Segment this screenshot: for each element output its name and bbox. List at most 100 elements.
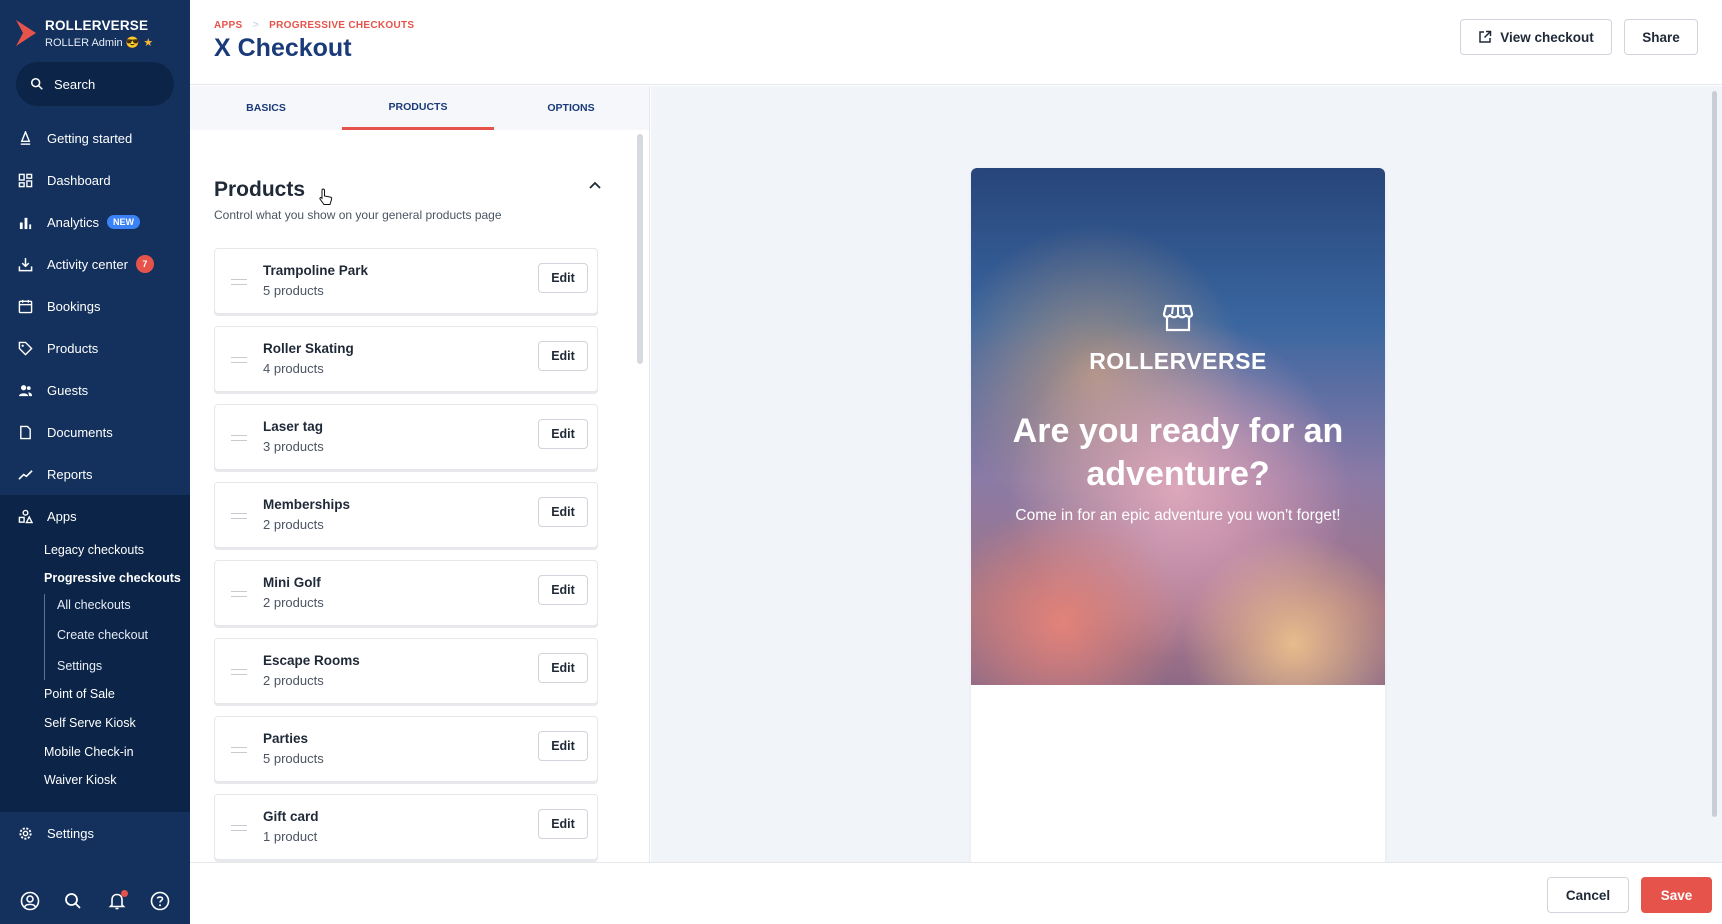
category-name: Trampoline Park <box>263 263 369 278</box>
category-product-count: 2 products <box>263 517 324 532</box>
edit-button[interactable]: Edit <box>538 341 588 371</box>
action-footer: Cancel Save <box>190 862 1722 924</box>
venue-name: ROLLERVERSE <box>45 18 149 33</box>
category-product-count: 2 products <box>263 595 324 610</box>
sidebar-item-label: Analytics <box>47 214 100 230</box>
dashboard-icon <box>18 173 33 187</box>
sidebar-item-dashboard[interactable]: Dashboard <box>0 161 190 199</box>
category-name: Memberships <box>263 497 351 512</box>
tab-basics[interactable]: BASICS <box>190 86 342 130</box>
sidebar-item-progressive-checkouts[interactable]: Progressive checkouts <box>44 571 181 585</box>
search-icon <box>30 77 43 90</box>
star-icon: ★ <box>143 37 154 49</box>
tab-options[interactable]: OPTIONS <box>495 86 647 130</box>
share-button[interactable]: Share <box>1624 19 1698 55</box>
roller-logo-icon <box>16 20 36 46</box>
sidebar-item-bookings[interactable]: Bookings <box>0 287 190 325</box>
sidebar-item-label: Bookings <box>47 298 101 314</box>
drag-handle-icon[interactable] <box>231 747 247 753</box>
sidebar-item-legacy-checkouts[interactable]: Legacy checkouts <box>44 543 144 557</box>
search-icon[interactable] <box>62 890 84 912</box>
share-label: Share <box>1642 29 1680 45</box>
section-title: Products <box>214 178 306 201</box>
sidebar-item-products[interactable]: Products <box>0 329 190 367</box>
category-product-count: 3 products <box>263 439 324 454</box>
sidebar-item-point-of-sale[interactable]: Point of Sale <box>44 687 115 701</box>
product-category-row[interactable]: Parties 5 products Edit <box>214 716 598 782</box>
sidebar-item-label: Getting started <box>47 130 133 146</box>
user-role: ROLLER Admin 😎 ★ <box>45 37 154 49</box>
sidebar-item-apps[interactable]: Apps <box>0 497 190 535</box>
edit-button[interactable]: Edit <box>538 653 588 683</box>
notification-count-badge: 7 <box>135 255 154 273</box>
product-category-row[interactable]: Laser tag 3 products Edit <box>214 404 598 470</box>
sidebar-item-mobile-check-in[interactable]: Mobile Check-in <box>44 745 134 759</box>
checkout-preview: ROLLERVERSE Are you ready for an adventu… <box>651 86 1722 862</box>
submenu-divider <box>44 594 45 680</box>
edit-button[interactable]: Edit <box>538 575 588 605</box>
account-switcher[interactable]: ROLLERVERSE ROLLER Admin 😎 ★ <box>14 16 184 52</box>
edit-button[interactable]: Edit <box>538 497 588 527</box>
drag-handle-icon[interactable] <box>231 591 247 597</box>
sidebar-item-getting-started[interactable]: Getting started <box>0 119 190 157</box>
pointer-cursor-icon <box>319 188 333 205</box>
help-icon[interactable] <box>149 890 171 912</box>
search-label: Search <box>54 76 96 92</box>
chevron-up-icon[interactable] <box>588 178 602 192</box>
preview-scrollbar[interactable] <box>1712 91 1717 817</box>
preview-brand-name: ROLLERVERSE <box>1089 348 1267 374</box>
breadcrumb-apps[interactable]: APPS <box>214 20 242 31</box>
drag-handle-icon[interactable] <box>231 357 247 363</box>
gear-icon <box>19 826 32 840</box>
product-category-row[interactable]: Escape Rooms 2 products Edit <box>214 638 598 704</box>
drag-handle-icon[interactable] <box>231 435 247 441</box>
drag-handle-icon[interactable] <box>231 669 247 675</box>
sidebar-item-label: Products <box>47 340 99 356</box>
sidebar-item-reports[interactable]: Reports <box>0 455 190 493</box>
category-name: Escape Rooms <box>263 653 360 668</box>
sidebar-item-label: Apps <box>47 508 77 524</box>
product-category-row[interactable]: Mini Golf 2 products Edit <box>214 560 598 626</box>
edit-button[interactable]: Edit <box>538 419 588 449</box>
drag-handle-icon[interactable] <box>231 279 247 285</box>
product-category-row[interactable]: Gift card 1 product Edit <box>214 794 598 860</box>
breadcrumb-progressive-checkouts[interactable]: PROGRESSIVE CHECKOUTS <box>269 20 414 31</box>
sidebar-item-checkout-settings[interactable]: Settings <box>57 659 102 673</box>
category-name: Parties <box>263 731 309 746</box>
sidebar-item-guests[interactable]: Guests <box>0 371 190 409</box>
sidebar-item-label: Documents <box>47 424 113 440</box>
bar-chart-icon <box>19 217 32 229</box>
product-category-row[interactable]: Trampoline Park 5 products Edit <box>214 248 598 314</box>
sidebar-item-label: Dashboard <box>47 172 111 188</box>
sidebar-item-waiver-kiosk[interactable]: Waiver Kiosk <box>44 773 116 787</box>
sidebar-item-create-checkout[interactable]: Create checkout <box>57 628 148 642</box>
sidebar-item-self-serve-kiosk[interactable]: Self Serve Kiosk <box>44 716 136 730</box>
tab-products[interactable]: PRODUCTS <box>342 86 494 130</box>
category-name: Laser tag <box>263 419 324 434</box>
profile-icon[interactable] <box>19 890 41 912</box>
page-title: X Checkout <box>214 34 352 62</box>
sidebar-item-analytics[interactable]: Analytics NEW <box>0 203 190 241</box>
page-header: APPS > PROGRESSIVE CHECKOUTS X Checkout … <box>190 0 1722 85</box>
edit-button[interactable]: Edit <box>538 731 588 761</box>
view-checkout-button[interactable]: View checkout <box>1460 19 1612 55</box>
sidebar-item-all-checkouts[interactable]: All checkouts <box>57 598 131 612</box>
edit-button[interactable]: Edit <box>538 263 588 293</box>
cancel-button[interactable]: Cancel <box>1547 877 1629 913</box>
drag-handle-icon[interactable] <box>231 513 247 519</box>
storefront-icon <box>1162 304 1194 332</box>
save-button[interactable]: Save <box>1641 877 1712 913</box>
sidebar-item-documents[interactable]: Documents <box>0 413 190 451</box>
panel-scrollbar[interactable] <box>637 134 643 364</box>
sidebar-item-settings[interactable]: Settings <box>0 814 190 852</box>
sidebar-item-label: Reports <box>47 466 93 482</box>
drag-handle-icon[interactable] <box>231 825 247 831</box>
product-category-row[interactable]: Memberships 2 products Edit <box>214 482 598 548</box>
sidebar-item-activity-center[interactable]: Activity center 7 <box>0 245 190 283</box>
category-name: Gift card <box>263 809 319 824</box>
bell-icon[interactable] <box>106 890 128 912</box>
settings-panel: BASICS PRODUCTS OPTIONS Products Control… <box>190 86 650 862</box>
edit-button[interactable]: Edit <box>538 809 588 839</box>
product-category-row[interactable]: Roller Skating 4 products Edit <box>214 326 598 392</box>
sidebar-search[interactable]: Search <box>16 62 174 106</box>
